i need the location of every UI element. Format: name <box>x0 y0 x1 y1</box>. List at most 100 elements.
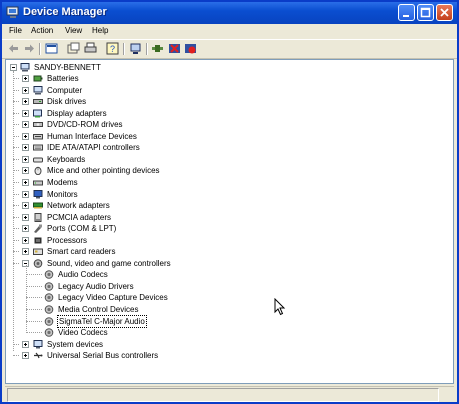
collapse-toggle[interactable] <box>10 64 17 71</box>
tree-category-label: Human Interface Devices <box>47 131 137 141</box>
tree-category-label: Universal Serial Bus controllers <box>47 351 159 361</box>
tree-category-label: Sound, video and game controllers <box>47 258 171 268</box>
expand-toggle[interactable] <box>22 178 29 186</box>
tree-category-dvd-cd-rom-drives[interactable]: DVD/CD-ROM drives <box>13 119 322 130</box>
modem-icon <box>33 180 43 186</box>
tree-guide-line <box>13 158 19 160</box>
tree-device-legacy-video-capture-devices[interactable]: Legacy Video Capture Devices <box>26 292 344 303</box>
tree-category-keyboards[interactable]: Keyboards <box>13 154 322 165</box>
tree-category-system-devices[interactable]: System devices <box>13 339 322 350</box>
device-tree[interactable]: SANDY-BENNETT Batteries Computer Disk driv… <box>5 59 454 384</box>
menu-bar: File Action View Help <box>2 24 457 39</box>
tree-category-monitors[interactable]: Monitors <box>13 189 322 200</box>
expand-toggle[interactable] <box>22 340 29 348</box>
expand-toggle[interactable] <box>22 236 29 244</box>
tree-category-label: Processors <box>47 235 88 245</box>
tree-category-mice-and-other-pointing-devices[interactable]: Mice and other pointing devices <box>13 165 322 176</box>
help-icon[interactable]: ? <box>106 42 119 55</box>
speaker-icon <box>33 258 43 268</box>
title-bar[interactable]: Device Manager <box>2 2 457 24</box>
tree-category-processors[interactable]: Processors <box>13 235 322 246</box>
properties-icon[interactable] <box>45 42 58 55</box>
tree-guide-line <box>13 124 19 126</box>
expand-toggle[interactable] <box>22 352 29 360</box>
expand-toggle[interactable] <box>22 213 29 221</box>
disable-icon[interactable] <box>184 42 197 55</box>
expand-toggle[interactable] <box>22 155 29 163</box>
tree-guide-line <box>13 147 19 149</box>
tree-root[interactable]: SANDY-BENNETT <box>10 62 210 73</box>
tree-category-label: Modems <box>47 177 78 187</box>
menu-file[interactable]: File <box>9 26 22 35</box>
computer-icon <box>33 85 43 95</box>
scan-hardware-icon[interactable] <box>129 42 142 55</box>
tree-device-media-control-devices[interactable]: Media Control Devices <box>26 304 344 315</box>
expand-toggle[interactable] <box>22 75 29 82</box>
expand-toggle[interactable] <box>22 121 29 129</box>
tree-device-video-codecs[interactable]: Video Codecs <box>26 327 344 338</box>
maximize-icon <box>420 7 431 18</box>
audio-device-icon <box>44 270 54 280</box>
maximize-button[interactable] <box>417 4 434 21</box>
tree-category-label: Ports (COM & LPT) <box>47 224 117 234</box>
menu-view[interactable]: View <box>65 26 82 35</box>
tree-category-label: Smart card readers <box>47 247 116 257</box>
tree-category-disk-drives[interactable]: Disk drives <box>13 96 322 107</box>
expand-toggle[interactable] <box>22 202 29 210</box>
tree-category-pcmcia-adapters[interactable]: PCMCIA adapters <box>13 212 322 223</box>
port-icon <box>34 224 42 234</box>
pcmcia-icon <box>34 212 42 222</box>
expand-toggle[interactable] <box>22 167 29 175</box>
tree-category-display-adapters[interactable]: Display adapters <box>13 108 322 119</box>
tree-category-smart-card-readers[interactable]: Smart card readers <box>13 246 322 257</box>
disk-drive-icon <box>33 99 43 105</box>
expand-toggle[interactable] <box>22 109 29 117</box>
mouse-icon <box>34 167 42 176</box>
expand-toggle[interactable] <box>22 225 29 233</box>
close-button[interactable] <box>436 4 453 21</box>
expand-toggle[interactable] <box>22 248 29 256</box>
tree-guide-line <box>13 216 19 218</box>
forward-icon[interactable] <box>23 42 36 55</box>
expand-toggle[interactable] <box>22 144 29 152</box>
tree-guide-line <box>26 274 42 276</box>
tree-category-human-interface-devices[interactable]: Human Interface Devices <box>13 131 322 142</box>
tree-guide-line <box>13 135 19 137</box>
back-icon[interactable] <box>7 42 20 55</box>
audio-device-icon <box>44 305 54 314</box>
tree-category-computer[interactable]: Computer <box>13 85 322 96</box>
tree-category-universal-serial-bus-controllers[interactable]: Universal Serial Bus controllers <box>13 350 322 361</box>
expand-toggle[interactable] <box>22 98 29 106</box>
uninstall-icon[interactable] <box>168 42 181 55</box>
tree-category-batteries[interactable]: Batteries <box>13 73 322 84</box>
expand-toggle[interactable] <box>22 132 29 140</box>
tree-guide-line <box>13 181 19 183</box>
refresh-icon[interactable] <box>67 42 80 55</box>
update-driver-icon[interactable] <box>151 42 164 55</box>
expand-toggle[interactable] <box>22 190 29 198</box>
print-icon[interactable] <box>84 42 97 55</box>
menu-action[interactable]: Action <box>31 26 53 35</box>
expand-toggle[interactable] <box>22 86 29 94</box>
menu-help[interactable]: Help <box>92 26 108 35</box>
tree-device-sigmatel-c-major-audio[interactable]: SigmaTel C-Major Audio <box>26 314 344 328</box>
toolbar: ? <box>2 39 457 59</box>
tree-device-label: Legacy Video Capture Devices <box>58 293 168 303</box>
tree-guide-line <box>26 265 27 333</box>
tree-device-legacy-audio-drivers[interactable]: Legacy Audio Drivers <box>26 281 344 292</box>
monitor-icon <box>33 189 43 198</box>
device-manager-icon <box>6 6 19 18</box>
tree-category-label: DVD/CD-ROM drives <box>47 120 123 130</box>
tree-category-sound-video-and-game-controllers[interactable]: Sound, video and game controllers <box>13 258 322 269</box>
keyboard-icon <box>33 157 43 163</box>
usb-icon <box>34 352 43 359</box>
tree-category-label: PCMCIA adapters <box>47 212 112 222</box>
tree-guide-line <box>26 320 42 322</box>
tree-category-ports-com-lpt[interactable]: Ports (COM & LPT) <box>13 223 322 234</box>
tree-category-ide-ata-atapi-controllers[interactable]: IDE ATA/ATAPI controllers <box>13 142 322 153</box>
tree-category-modems[interactable]: Modems <box>13 177 322 188</box>
tree-device-audio-codecs[interactable]: Audio Codecs <box>26 269 344 280</box>
minimize-button[interactable] <box>398 4 415 21</box>
tree-category-network-adapters[interactable]: Network adapters <box>13 200 322 211</box>
close-icon <box>440 8 449 17</box>
